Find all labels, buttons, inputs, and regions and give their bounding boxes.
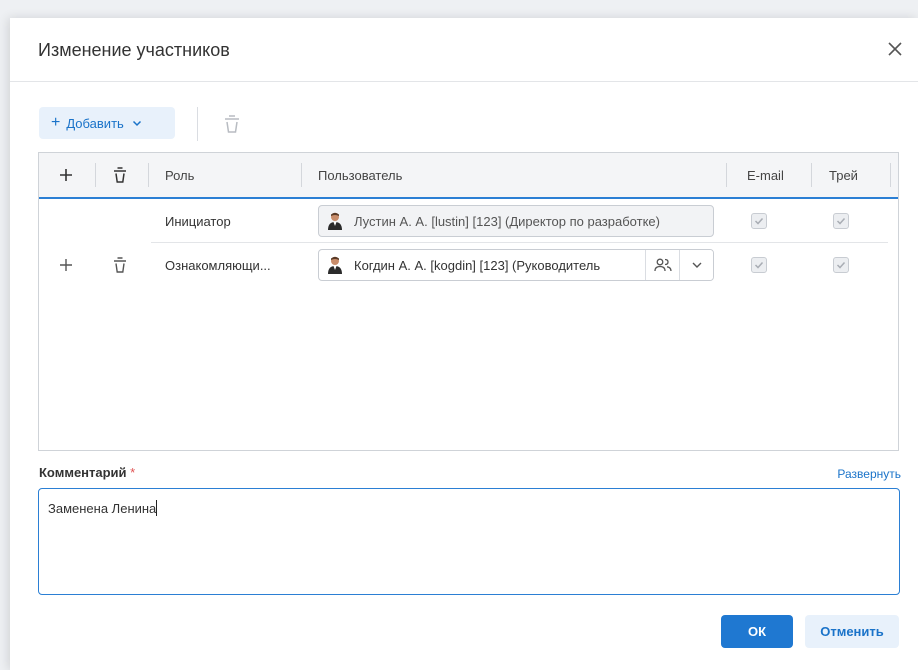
grid-header: Роль Пользователь E-mail Трей — [39, 153, 898, 199]
plus-icon: + — [51, 114, 61, 131]
header-divider — [726, 163, 727, 187]
column-header-role[interactable]: Роль — [165, 153, 194, 197]
comment-text: Заменена Ленина — [48, 501, 157, 516]
user-field-tools — [645, 250, 713, 280]
user-name: Когдин А. А. [kogdin] [123] (Руководител… — [354, 257, 601, 273]
cancel-button[interactable]: Отменить — [805, 615, 899, 648]
comment-label-text: Комментарий — [39, 465, 127, 480]
header-divider — [148, 163, 149, 187]
required-mark: * — [130, 465, 136, 480]
email-checkbox[interactable] — [751, 213, 767, 229]
user-field[interactable]: Лустин А. А. [lustin] [123] (Директор по… — [318, 205, 714, 237]
add-button[interactable]: + Добавить — [39, 107, 175, 139]
people-icon[interactable] — [645, 250, 679, 280]
change-participants-dialog: Изменение участников + Добавить Роль Пол… — [10, 18, 918, 670]
user-field[interactable]: Когдин А. А. [kogdin] [123] (Руководител… — [318, 249, 714, 281]
trash-icon[interactable] — [110, 255, 130, 275]
header-divider — [890, 163, 891, 187]
ok-button[interactable]: ОК — [721, 615, 793, 648]
chevron-down-icon — [132, 116, 142, 131]
role-cell: Ознакомляющи... — [165, 257, 271, 273]
trash-icon[interactable] — [221, 113, 243, 135]
header-divider — [95, 163, 96, 187]
dialog-header: Изменение участников — [10, 18, 918, 82]
table-row[interactable]: Инициатор Лустин А. А. [lustin] [123] (Д… — [39, 199, 898, 243]
add-button-label: Добавить — [66, 115, 124, 131]
comment-textarea[interactable]: Заменена Ленина — [38, 488, 900, 595]
participants-grid: Роль Пользователь E-mail Трей Инициатор … — [38, 152, 899, 451]
avatar-icon — [328, 212, 342, 230]
email-checkbox[interactable] — [751, 257, 767, 273]
tray-checkbox[interactable] — [833, 257, 849, 273]
table-row[interactable]: Ознакомляющи... Когдин А. А. [kogdin] [1… — [39, 243, 898, 287]
role-cell: Инициатор — [165, 213, 231, 229]
chevron-down-icon[interactable] — [679, 250, 713, 280]
comment-label: Комментарий * — [39, 465, 135, 480]
add-row-header-icon[interactable] — [56, 165, 76, 185]
trash-icon[interactable] — [110, 165, 130, 185]
user-name: Лустин А. А. [lustin] [123] (Директор по… — [354, 213, 660, 229]
column-header-email[interactable]: E-mail — [747, 153, 784, 197]
toolbar-divider — [197, 107, 198, 141]
dialog-title: Изменение участников — [38, 40, 230, 60]
plus-icon[interactable] — [56, 255, 76, 275]
header-divider — [301, 163, 302, 187]
expand-link[interactable]: Развернуть — [837, 467, 901, 481]
avatar-icon — [328, 256, 342, 274]
header-divider — [811, 163, 812, 187]
tray-checkbox[interactable] — [833, 213, 849, 229]
column-header-user[interactable]: Пользователь — [318, 153, 402, 197]
column-header-tray[interactable]: Трей — [829, 153, 858, 197]
close-icon[interactable] — [884, 38, 906, 60]
text-cursor — [156, 500, 158, 516]
